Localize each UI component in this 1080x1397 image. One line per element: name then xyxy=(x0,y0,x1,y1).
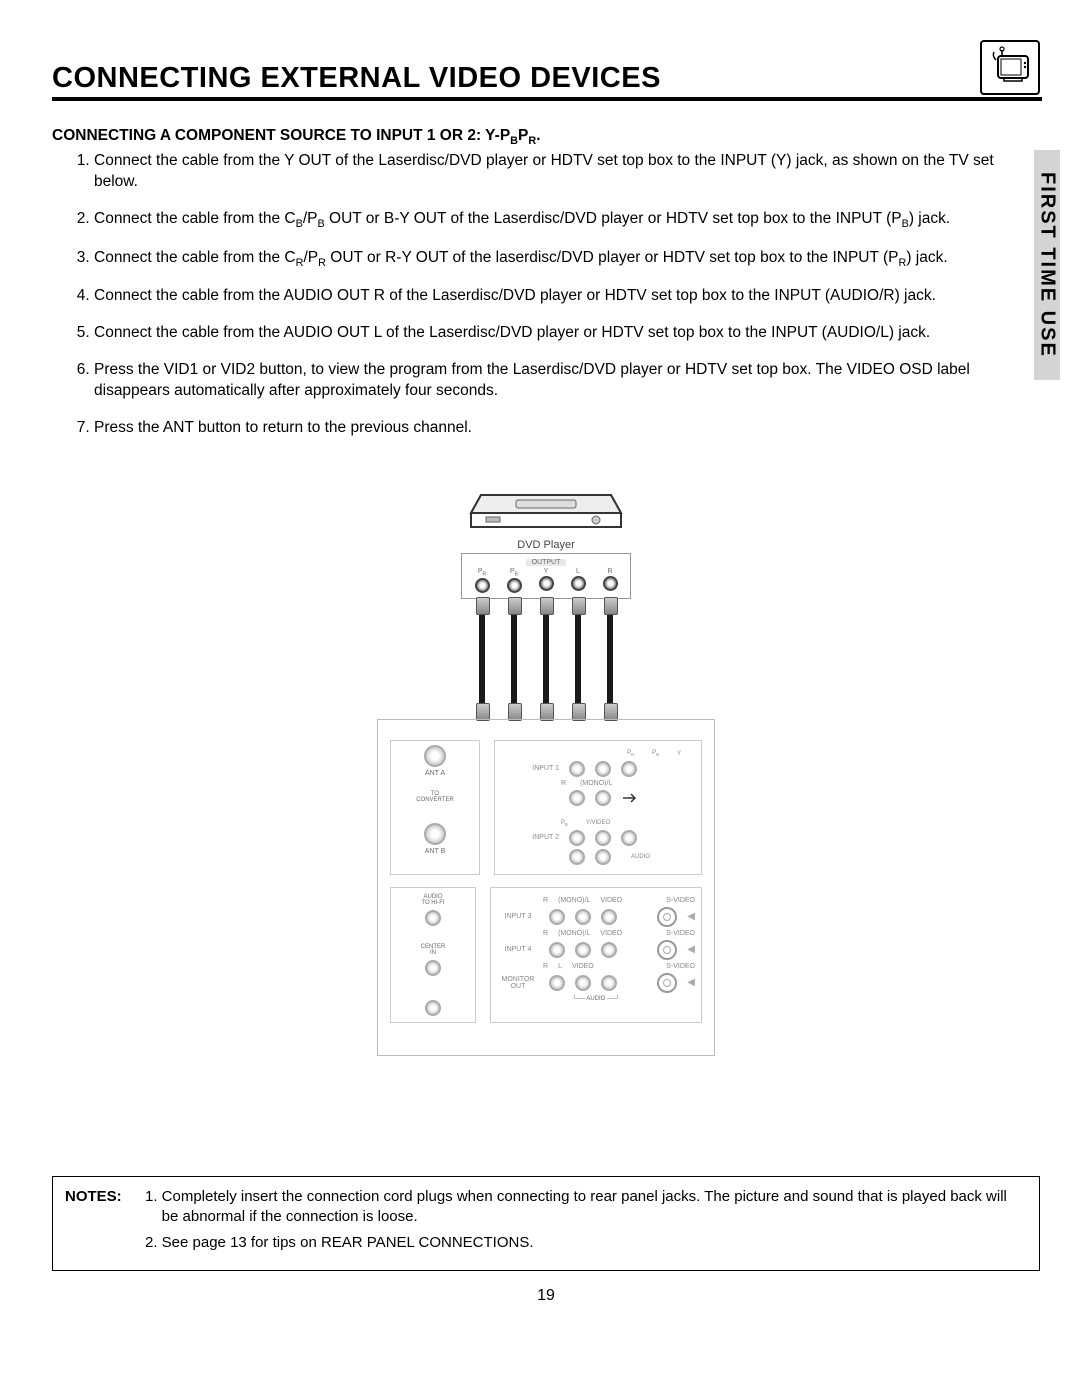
step-2: Connect the cable from the CB/PB OUT or … xyxy=(94,209,1040,232)
notes-label: NOTES: xyxy=(65,1187,122,1260)
note-1: Completely insert the connection cord pl… xyxy=(162,1187,1027,1228)
notes-list: Completely insert the connection cord pl… xyxy=(138,1187,1027,1260)
step-5: Connect the cable from the AUDIO OUT L o… xyxy=(94,323,1040,344)
connection-diagram: DVD Player OUTPUT PR PB Y L R xyxy=(376,475,716,1056)
step-6: Press the VID1 or VID2 button, to view t… xyxy=(94,360,1040,402)
cable-bundle xyxy=(466,599,626,719)
step-4: Connect the cable from the AUDIO OUT R o… xyxy=(94,286,1040,307)
dvd-output-panel: OUTPUT PR PB Y L R xyxy=(461,553,631,599)
dvd-player-label: DVD Player xyxy=(376,539,716,551)
step-7: Press the ANT button to return to the pr… xyxy=(94,418,1040,439)
page-header: CONNECTING EXTERNAL VIDEO DEVICES xyxy=(52,40,1040,95)
dvd-player-icon xyxy=(461,475,631,537)
page-title: CONNECTING EXTERNAL VIDEO DEVICES xyxy=(52,62,661,95)
note-2: See page 13 for tips on REAR PANEL CONNE… xyxy=(162,1233,1027,1253)
output-label: OUTPUT xyxy=(526,559,567,566)
page-number: 19 xyxy=(52,1287,1040,1305)
manual-page: CONNECTING EXTERNAL VIDEO DEVICES FIRST … xyxy=(0,0,1080,1397)
section-tab-first-time-use: FIRST TIME USE xyxy=(1034,150,1060,380)
tv-character-icon xyxy=(980,40,1040,95)
section-subheading: CONNECTING A COMPONENT SOURCE TO INPUT 1… xyxy=(52,127,1040,147)
title-underline xyxy=(52,97,1042,101)
notes-box: NOTES: Completely insert the connection … xyxy=(52,1176,1040,1271)
arrow-icon xyxy=(621,792,639,804)
section-tab-label: FIRST TIME USE xyxy=(1036,172,1059,358)
step-1: Connect the cable from the Y OUT of the … xyxy=(94,151,1040,193)
tv-rear-panel: ANT A TO CONVERTER ANT B PR PB Y INPUT 1 xyxy=(377,719,715,1055)
step-3: Connect the cable from the CR/PR OUT or … xyxy=(94,248,1040,271)
output-jack-row: PR PB Y L R xyxy=(466,568,626,594)
instruction-steps: Connect the cable from the Y OUT of the … xyxy=(52,151,1040,439)
